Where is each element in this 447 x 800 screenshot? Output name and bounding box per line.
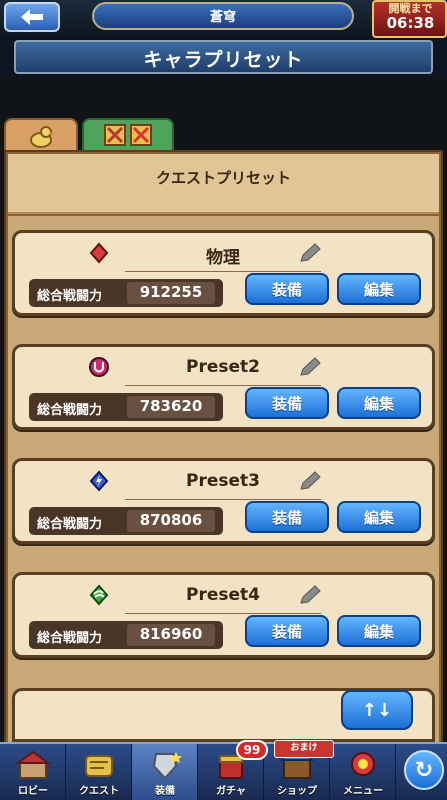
panel-heading: クエストプリセット [155, 169, 291, 187]
equip-button[interactable]: 装備 [245, 501, 329, 533]
menu-icon [351, 752, 375, 776]
sort-button[interactable]: ↑↓ [341, 690, 413, 730]
magic-icon [89, 357, 109, 377]
physical-icon [89, 242, 109, 264]
power-value: 783620 [139, 397, 203, 415]
pencil-icon[interactable] [297, 242, 323, 264]
edit-button[interactable]: 編集 [337, 387, 421, 419]
preset-name: Preset3 [186, 471, 260, 491]
equipment-icon [152, 752, 182, 780]
power-label: 総合戦闘力 [37, 289, 103, 304]
power-label: 総合戦闘力 [37, 403, 103, 418]
preset-card: 物理 総合戦闘力 912255 装備 編集 [12, 230, 435, 316]
edit-button[interactable]: 編集 [337, 615, 421, 647]
chocobo-icon [30, 126, 55, 148]
nav-label: クエスト [79, 786, 119, 797]
lightning-icon [89, 470, 109, 492]
page-title: キャラプリセット [143, 49, 304, 71]
nav-label: 装備 [155, 786, 175, 797]
power-box: 総合戦闘力 912255 [29, 279, 223, 307]
equip-button[interactable]: 装備 [245, 615, 329, 647]
pencil-icon[interactable] [297, 584, 323, 606]
refresh-button[interactable]: ↻ [404, 750, 444, 790]
lobby-icon [14, 750, 52, 779]
nav-label: メニュー [343, 786, 383, 797]
refresh-icon: ↻ [414, 757, 434, 783]
preset-name: Preset2 [186, 357, 260, 377]
equip-button[interactable]: 装備 [245, 273, 329, 305]
timer-value: 06:38 [386, 14, 435, 32]
name-underline [125, 385, 321, 386]
nav-label: ガチャ [216, 786, 246, 797]
equip-button[interactable]: 装備 [245, 387, 329, 419]
power-value: 870806 [139, 511, 203, 529]
preset-card: Preset2 総合戦闘力 783620 装備 編集 [12, 344, 435, 430]
wind-icon [89, 584, 109, 606]
power-label: 総合戦闘力 [37, 517, 103, 532]
crossed-swords-icon [130, 124, 152, 146]
nav-equipment[interactable]: 装備 [132, 744, 198, 800]
preset-name: Preset4 [186, 585, 260, 605]
gacha-count-badge: 99 [236, 740, 268, 760]
pvp-icon [104, 124, 126, 146]
preset-name: 物理 [206, 248, 240, 268]
nav-lobby[interactable]: ロビー [0, 744, 66, 800]
power-label: 総合戦闘力 [37, 631, 103, 646]
pencil-icon[interactable] [297, 356, 323, 378]
power-box: 総合戦闘力 816960 [29, 621, 223, 649]
power-box: 総合戦闘力 783620 [29, 393, 223, 421]
tab-quest[interactable] [4, 118, 78, 154]
pencil-icon[interactable] [297, 470, 323, 492]
power-box: 総合戦闘力 870806 [29, 507, 223, 535]
nav-quest[interactable]: クエスト [66, 744, 132, 800]
edit-button[interactable]: 編集 [337, 501, 421, 533]
back-arrow-icon [21, 9, 43, 25]
preset-card: Preset4 総合戦闘力 816960 装備 編集 [12, 572, 435, 658]
world-name: 蒼穹 [209, 10, 236, 25]
name-underline [125, 499, 321, 500]
shop-bonus-tag: おまけ [274, 740, 334, 758]
power-value: 816960 [139, 625, 203, 643]
nav-label: ロビー [18, 786, 48, 797]
quest-icon [85, 755, 113, 777]
preset-card: Preset3 総合戦闘力 870806 装備 編集 [12, 458, 435, 544]
nav-menu[interactable]: メニュー [330, 744, 396, 800]
name-underline [125, 271, 321, 272]
name-underline [125, 613, 321, 614]
back-button[interactable] [4, 2, 60, 32]
power-value: 912255 [139, 283, 203, 301]
edit-button[interactable]: 編集 [337, 273, 421, 305]
nav-label: ショップ [277, 786, 317, 797]
tab-pvp[interactable] [82, 118, 174, 150]
